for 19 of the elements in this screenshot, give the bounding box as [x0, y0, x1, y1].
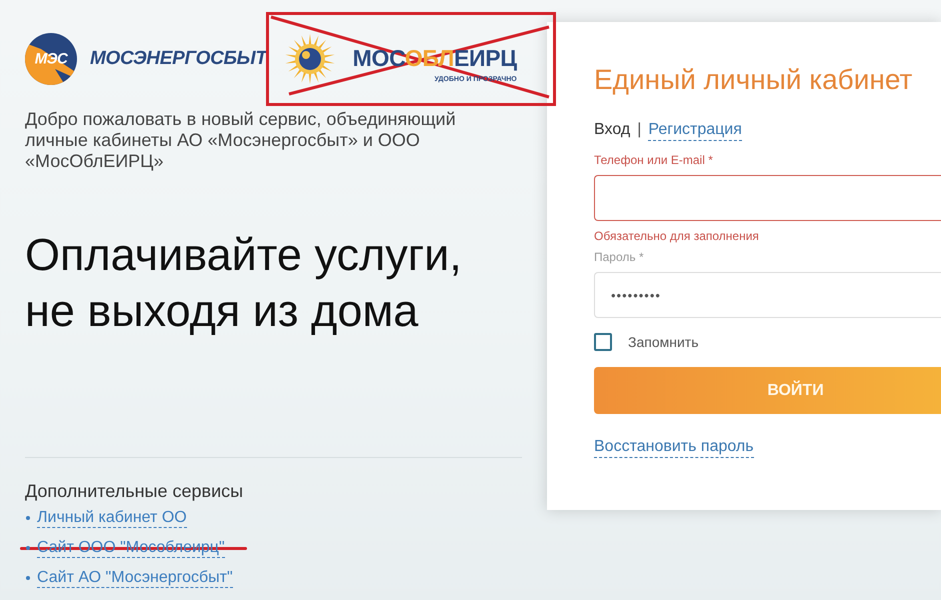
sun-emblem-icon [284, 33, 336, 85]
headline: Оплачивайте услуги, не выходя из дома [25, 228, 463, 338]
welcome-text: Добро пожаловать в новый сервис, объединяющий личные кабинеты АО «Мосэнергосбыт» и ООО «МосОблЕИРЦ» [25, 109, 457, 172]
tab-separator: | [637, 120, 642, 140]
checkbox-label: Запомнить [628, 332, 698, 352]
brand-name: МОСЭНЕРГОСБЫТ [90, 48, 267, 70]
form-tab[interactable]: Вход [594, 120, 630, 140]
input-field[interactable] [594, 175, 941, 221]
card-title: Единый личный кабинет [594, 63, 912, 97]
service-link[interactable]: Личный кабинет ОО [37, 508, 187, 528]
service-link[interactable]: Сайт АО "Мосэнергосбыт" [37, 568, 233, 588]
field-label: Телефон или E-mail * [594, 152, 713, 168]
field-label: Пароль * [594, 249, 644, 265]
input-field[interactable]: ••••••••• [594, 272, 941, 318]
section-title: Дополнительные сервисы [25, 480, 244, 502]
restore-password-link[interactable]: Восстановить пароль [594, 437, 754, 458]
remember-checkbox[interactable] [594, 333, 612, 351]
form-tab[interactable]: Регистрация [648, 120, 742, 140]
error-text: Обязательно для заполнения [594, 228, 759, 244]
